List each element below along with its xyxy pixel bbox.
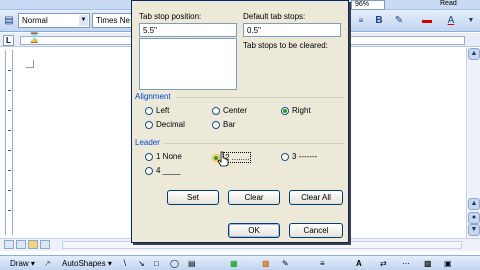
bold-button[interactable]: B [372,14,386,28]
drawing-toolbar: Draw ▾ ↗ AutoShapes ▾ ∖ ↘ □ ◯ ▤ ▦ ▩ ✎ ≡ … [0,255,480,270]
chevron-down-icon[interactable]: ▼ [79,15,88,26]
set-button-label: Set [186,193,199,202]
margin-corner-mark [26,60,34,68]
clear-button[interactable]: Clear [228,190,280,205]
tab-stop-list[interactable] [139,38,237,90]
style-combo[interactable]: Normal ▼ [18,13,90,28]
autoshapes-menu[interactable]: AutoShapes ▾ [62,259,112,268]
alignment-decimal-label: Decimal [156,120,185,129]
default-tab-stops-input[interactable]: 0.5" [243,23,341,37]
read-label: Read [440,0,457,7]
arrow-style-icon[interactable]: ⇄ [380,259,387,268]
radio-circle-icon [281,152,289,161]
alignment-bar-radio[interactable]: Bar [212,120,235,129]
cancel-button[interactable]: Cancel [289,223,343,238]
select-objects-icon[interactable]: ↗ [44,259,51,268]
leader-dashes-label: 3 ------- [292,152,318,161]
default-tab-stops-label: Default tab stops: [243,12,306,21]
leader-none-label: 1 None [156,152,182,161]
set-button[interactable]: Set [167,190,219,205]
radio-circle-icon [145,152,153,161]
scroll-up-icon[interactable]: ▲ [468,48,480,60]
zoom-combo[interactable]: 96% [351,0,385,10]
styles-icon[interactable]: ▤ [2,14,16,28]
leader-none-radio[interactable]: 1 None [145,152,182,161]
clear-button-label: Clear [244,193,264,202]
line-tool-icon[interactable]: ∖ [122,259,127,268]
vertical-ruler [5,50,13,235]
clear-all-button-label: Clear All [301,193,331,202]
vertical-scrollbar[interactable]: ▲ ▲ ● ▼ [466,48,480,238]
tab-selector-button[interactable]: L [3,35,14,46]
tabs-dialog: Tab stop position: 5.5" Default tab stop… [131,0,349,243]
leader-dashes-radio[interactable]: 3 ------- [281,152,317,161]
previous-page-icon[interactable]: ▲ [468,198,480,210]
tab-stop-position-input[interactable]: 5.5" [139,23,237,37]
font-combo[interactable]: Times Ne [92,13,132,28]
cancel-button-label: Cancel [303,226,329,235]
font-color-button[interactable]: A [444,14,458,28]
alignment-bar-label: Bar [223,120,236,129]
bold-label: B [375,15,383,26]
alignment-left-radio[interactable]: Left [145,106,169,115]
line-style-icon[interactable]: ≡ [320,259,325,268]
shadow-style-icon[interactable]: ▩ [424,259,432,268]
line-color-icon[interactable]: ✎ [282,259,289,268]
highlight-color-icon[interactable]: ▬ [420,14,434,28]
textbox-tool-icon[interactable]: ▤ [188,259,196,268]
fill-color-icon[interactable]: ▩ [262,259,270,268]
indent-marker-icon[interactable]: ⌛ [28,33,40,44]
radio-circle-icon [212,120,220,129]
read-button[interactable]: Read [440,0,457,7]
hand-cursor-icon [217,151,229,167]
align-left-icon[interactable]: ≡ [354,14,368,28]
draw-menu[interactable]: Draw ▾ [10,259,35,268]
ok-button[interactable]: OK [228,223,280,238]
leader-line-label: 4 ____ [156,166,181,175]
select-browse-object-icon[interactable]: ● [468,212,480,224]
default-tab-stops-value: 0.5" [247,26,261,35]
font-color-label: A [447,15,455,26]
chevron-down-icon[interactable]: ▼ [464,14,478,28]
outline-view-icon[interactable] [40,240,50,249]
alignment-center-radio[interactable]: Center [212,106,247,115]
clear-all-button[interactable]: Clear All [289,190,343,205]
tab-stop-position-label: Tab stop position: [139,12,202,21]
radio-circle-icon [145,106,153,115]
radio-circle-icon [212,106,220,115]
highlight-icon[interactable]: ✎ [392,14,406,28]
dash-style-icon[interactable]: ⋯ [402,259,410,268]
web-view-icon[interactable] [16,240,26,249]
zoom-combo-value: 96% [355,1,370,8]
alignment-right-radio[interactable]: Right [281,106,311,115]
leader-group-divider [164,143,344,144]
radio-circle-icon [145,166,153,175]
style-combo-value: Normal [22,16,48,25]
print-layout-view-icon[interactable] [28,240,38,249]
tab-stops-cleared-label: Tab stops to be cleared: [243,41,328,50]
arrow-tool-icon[interactable]: ↘ [138,259,145,268]
alignment-group-divider [176,97,344,98]
font-color-draw-icon[interactable]: A [356,259,362,268]
alignment-decimal-radio[interactable]: Decimal [145,120,185,129]
radio-selected-icon [281,106,289,115]
normal-view-icon[interactable] [4,240,14,249]
leader-group-title: Leader [135,138,160,147]
leader-line-radio[interactable]: 4 ____ [145,166,180,175]
alignment-center-label: Center [223,106,248,115]
alignment-left-label: Left [156,106,170,115]
alignment-right-label: Right [292,106,311,115]
tab-stop-position-value: 5.5" [143,26,157,35]
insert-picture-icon[interactable]: ▦ [230,259,238,268]
rectangle-tool-icon[interactable]: □ [154,259,159,268]
ok-button-label: OK [248,226,260,235]
next-page-icon[interactable]: ▼ [468,224,480,236]
alignment-group-title: Alignment [135,92,171,101]
oval-tool-icon[interactable]: ◯ [170,259,179,268]
radio-circle-icon [145,120,153,129]
3d-style-icon[interactable]: ▣ [444,259,452,268]
font-combo-value: Times Ne [96,16,130,25]
